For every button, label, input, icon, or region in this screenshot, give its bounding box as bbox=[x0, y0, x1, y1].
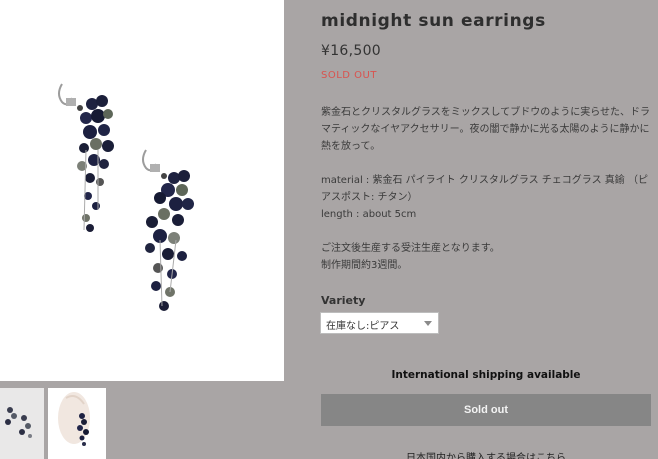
variety-selected-value: 在庫なし:ピアス bbox=[326, 321, 400, 332]
left-earring bbox=[58, 83, 114, 232]
production-time-note: 制作期間約3週間。 bbox=[321, 260, 408, 271]
product-price: ¥16,500 bbox=[321, 43, 381, 59]
main-product-image bbox=[0, 0, 284, 381]
variety-label: Variety bbox=[321, 294, 366, 307]
earrings-illustration bbox=[58, 83, 194, 311]
chevron-down-icon bbox=[424, 321, 432, 326]
length-text: length : about 5cm bbox=[321, 209, 417, 220]
sold-out-button[interactable]: Sold out bbox=[321, 394, 651, 426]
right-earring bbox=[142, 149, 194, 311]
material-text: material : 紫金石 パイライト クリスタルグラス チェコグラス 真鍮 … bbox=[321, 175, 648, 203]
sold-out-label: SOLD OUT bbox=[321, 70, 377, 81]
description-text: 紫金石とクリスタルグラスをミックスしてブドウのように実らせた、ドラマティックなイ… bbox=[321, 107, 650, 152]
product-title: midnight sun earrings bbox=[321, 11, 546, 31]
domestic-purchase-link[interactable]: 日本国内から購入する場合はこちら bbox=[321, 449, 651, 459]
shipping-notice: International shipping available bbox=[391, 369, 581, 381]
variety-select[interactable]: 在庫なし:ピアス bbox=[320, 312, 439, 334]
order-note: ご注文後生産する受注生産となります。 bbox=[321, 243, 500, 254]
product-description: 紫金石とクリスタルグラスをミックスしてブドウのように実らせた、ドラマティックなイ… bbox=[321, 104, 651, 274]
thumbnail-earrings-worn[interactable] bbox=[48, 388, 106, 459]
thumbnail-earrings-detail[interactable] bbox=[0, 388, 44, 459]
